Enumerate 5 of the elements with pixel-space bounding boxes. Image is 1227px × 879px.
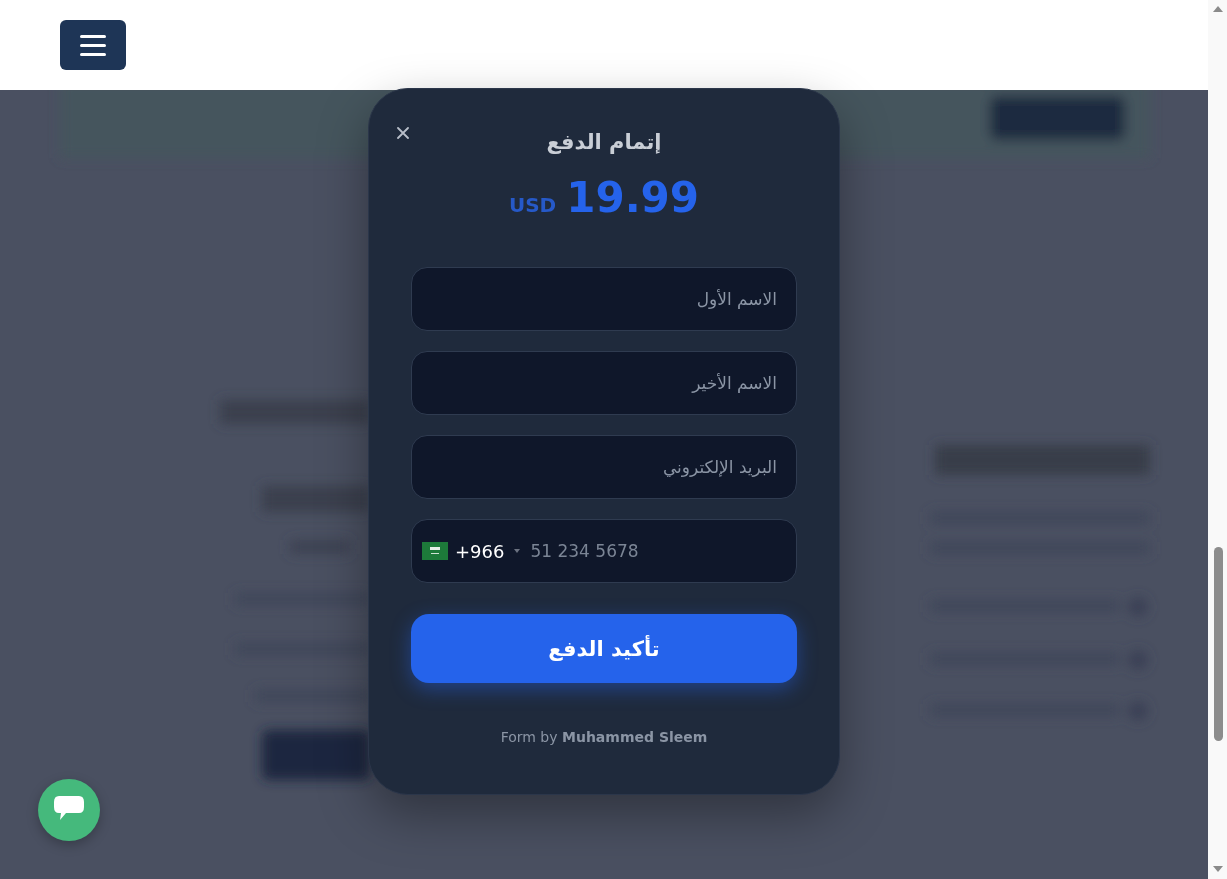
scroll-up-icon[interactable]	[1212, 6, 1223, 12]
scroll-down-icon[interactable]	[1212, 866, 1223, 872]
menu-button[interactable]	[60, 20, 126, 70]
scrollbar-thumb[interactable]	[1213, 547, 1223, 741]
menu-icon	[80, 34, 106, 56]
